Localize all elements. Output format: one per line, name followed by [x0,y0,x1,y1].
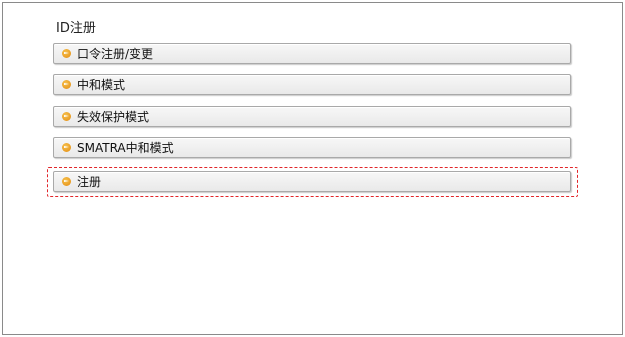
menu-item-label: 注册 [77,175,102,189]
menu-item-neutral-mode[interactable]: 中和模式 [53,74,571,95]
menu-item-label: 失效保护模式 [77,110,150,124]
orange-arrow-circle-icon [62,143,71,152]
menu-item-label: SMATRA中和模式 [77,141,174,155]
menu-item-smatra-neutral-mode[interactable]: SMATRA中和模式 [53,137,571,158]
orange-arrow-circle-icon [62,177,71,186]
menu-item-failsafe-mode[interactable]: 失效保护模式 [53,106,571,127]
menu-item-register[interactable]: 注册 [53,171,571,192]
menu-item-label: 口令注册/变更 [77,47,154,61]
menu-item-password-register[interactable]: 口令注册/变更 [53,43,571,64]
orange-arrow-circle-icon [62,80,71,89]
page-title: ID注册 [56,21,96,36]
menu-item-label: 中和模式 [77,78,126,92]
orange-arrow-circle-icon [62,49,71,58]
orange-arrow-circle-icon [62,112,71,121]
